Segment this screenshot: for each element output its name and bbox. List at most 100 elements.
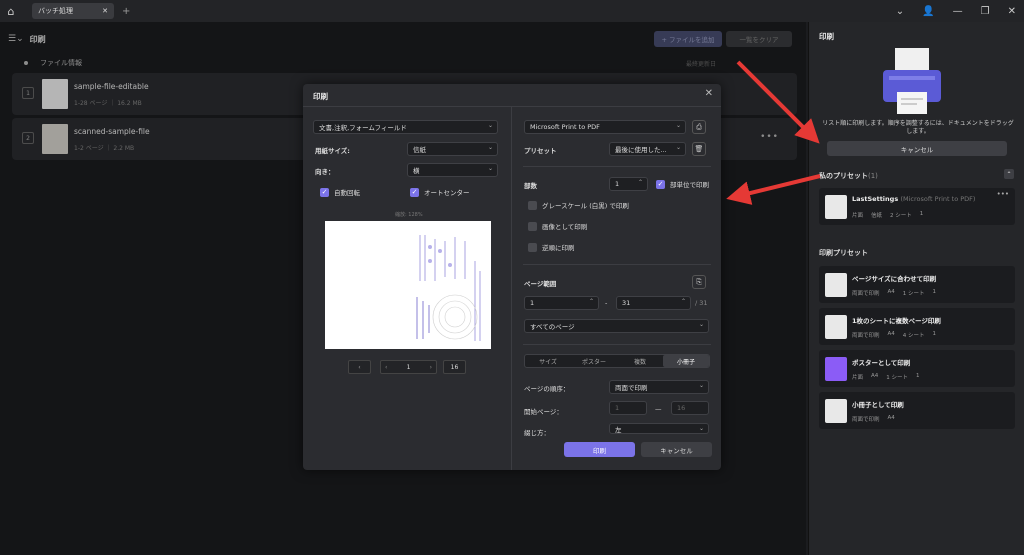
range-mode-select[interactable]: すべてのページ ⌄ (524, 319, 709, 333)
preset-card[interactable]: ページサイズに合わせて印刷 両面で印刷 A4 1 シート 1 (819, 266, 1015, 303)
auto-rotate-checkbox[interactable]: ✓ 自動回転 (320, 187, 360, 197)
title-bar: ⌂ バッチ処理 ✕ + ⌄ 👤 — ❐ ✕ (0, 0, 1024, 22)
page-range-label: ページ範囲 (524, 280, 557, 288)
copies-label: 部数 (524, 182, 537, 190)
divider (303, 106, 721, 107)
right-panel: 印刷 リスト順に印刷します。順序を調整するには、ドキュメントをドラッグします。 … (808, 22, 1024, 555)
tab-label: バッチ処理 (38, 7, 73, 15)
paper-size-select[interactable]: 信紙 ⌄ (407, 142, 498, 156)
preset-label: プリセット (524, 147, 557, 155)
close-icon[interactable]: ✕ (705, 88, 713, 99)
check-icon: ✓ (410, 187, 419, 197)
delete-preset-icon[interactable]: 🗑 (692, 142, 706, 156)
end-page-input[interactable]: 16 (671, 401, 709, 415)
page-input[interactable]: ‹ 1 › (380, 360, 437, 374)
range-from-input[interactable]: 1 ⌃ (524, 296, 599, 310)
print-presets-heading: 印刷プリセット (819, 249, 868, 257)
close-icon[interactable]: ✕ (1008, 6, 1016, 17)
user-icon[interactable]: 👤 (922, 6, 934, 17)
tab-batch[interactable]: バッチ処理 ✕ (32, 3, 114, 19)
page-order-select[interactable]: 両面で印刷 ⌄ (609, 380, 709, 394)
binding-select[interactable]: 左 ⌄ (609, 423, 709, 434)
home-icon[interactable]: ⌂ (0, 0, 22, 22)
preset-title: 小冊子として印刷 (852, 401, 904, 409)
preset-thumbnail (825, 357, 847, 381)
binding-label: 綴じ方： (524, 429, 550, 437)
tab-poster[interactable]: ポスター (571, 355, 617, 367)
preset-select[interactable]: 最後に使用した... ⌄ (609, 142, 686, 156)
my-preset-card[interactable]: LastSettings (Microsoft Print to PDF) 片面… (819, 188, 1015, 225)
preset-thumbnail (825, 399, 847, 423)
document-mode-select[interactable]: 文書,注釈,フォームフィールド ⌄ (313, 120, 498, 134)
print-button[interactable]: 印刷 (564, 442, 635, 457)
start-page-input[interactable]: 1 (609, 401, 647, 415)
page-range-icon[interactable]: ⎘ (692, 275, 706, 289)
paper-size-label: 用紙サイズ: (315, 147, 350, 155)
preset-meta: 両面で印刷 A4 (852, 415, 895, 423)
divider (523, 166, 711, 167)
print-dialog: 印刷 ✕ 文書,注釈,フォームフィールド ⌄ 用紙サイズ: 信紙 ⌄ 向き： 横 ⌄ … (303, 84, 721, 470)
minimize-icon[interactable]: — (953, 6, 963, 17)
tab-multiple[interactable]: 複数 (617, 355, 663, 367)
orientation-select[interactable]: 横 ⌄ (407, 163, 498, 177)
tab-close-icon[interactable]: ✕ (102, 7, 108, 15)
preset-meta: 両面で印刷 A4 1 シート 1 (852, 289, 937, 297)
preset-thumbnail (825, 315, 847, 339)
preset-thumbnail (825, 273, 847, 297)
collate-checkbox[interactable]: ✓ 部単位で印刷 (656, 179, 709, 189)
divider (523, 344, 711, 345)
range-separator: - (605, 299, 608, 307)
preset-title: ポスターとして印刷 (852, 359, 911, 367)
preview-graphic (416, 235, 481, 341)
scale-label: 縮放: 128% (395, 212, 423, 218)
copies-stepper[interactable]: 1 ⌃ (609, 177, 648, 191)
layout-tabs: サイズ ポスター 複数 小冊子 (524, 354, 710, 368)
printer-select[interactable]: Microsoft Print to PDF ⌄ (524, 120, 686, 134)
preset-title: 1枚のシートに複数ページ印刷 (852, 317, 941, 325)
divider (511, 106, 512, 470)
preset-meta: 片面 信紙 2 シート 1 (852, 211, 924, 219)
range-total: / 31 (695, 299, 708, 307)
more-options-icon[interactable]: ••• (997, 190, 1009, 198)
grayscale-checkbox[interactable]: グレースケール (白黒) で印刷 (528, 200, 629, 210)
chevron-down-icon[interactable]: ⌄ (896, 6, 904, 17)
preset-meta: 片面 A4 1 シート 1 (852, 373, 920, 381)
printer-properties-icon[interactable]: ⎙ (692, 120, 706, 134)
orientation-label: 向き： (315, 168, 335, 176)
preset-card[interactable]: ポスターとして印刷 片面 A4 1 シート 1 (819, 350, 1015, 387)
page-order-label: ページの順序： (524, 385, 570, 393)
panel-cancel-button[interactable]: キャンセル (827, 141, 1007, 156)
my-presets-heading: 私のプリセット(1) (819, 171, 878, 181)
preset-card[interactable]: 小冊子として印刷 両面で印刷 A4 (819, 392, 1015, 429)
print-as-image-checkbox[interactable]: 画像として印刷 (528, 221, 587, 231)
my-presets-label: 私のプリセット (819, 172, 868, 180)
start-separator: — (655, 405, 662, 413)
tab-booklet[interactable]: 小冊子 (663, 355, 709, 367)
preset-title: LastSettings (Microsoft Print to PDF) (852, 195, 976, 203)
divider (523, 264, 711, 265)
my-presets-count: (1) (868, 172, 878, 180)
restore-icon[interactable]: ❐ (981, 6, 990, 17)
preset-title: ページサイズに合わせて印刷 (852, 275, 937, 283)
collapse-icon[interactable]: ⌃ (1004, 169, 1014, 179)
preset-thumbnail (825, 195, 847, 219)
check-icon: ✓ (656, 179, 665, 189)
panel-title: 印刷 (819, 32, 834, 41)
tab-size[interactable]: サイズ (525, 355, 571, 367)
range-to-input[interactable]: 31 ⌃ (616, 296, 691, 310)
check-icon: ✓ (320, 187, 329, 197)
cancel-button[interactable]: キャンセル (641, 442, 712, 457)
dialog-title: 印刷 (313, 92, 328, 101)
window-controls: ⌄ 👤 — ❐ ✕ (896, 0, 1016, 22)
page-preview (325, 221, 491, 349)
total-pages: 16 (443, 360, 466, 374)
start-page-label: 開始ページ： (524, 408, 563, 416)
auto-center-checkbox[interactable]: ✓ オートセンター (410, 187, 470, 197)
preset-card[interactable]: 1枚のシートに複数ページ印刷 両面で印刷 A4 4 シート 1 (819, 308, 1015, 345)
new-tab-button[interactable]: + (122, 6, 130, 17)
reverse-order-checkbox[interactable]: 逆順に印刷 (528, 242, 575, 252)
panel-description: リスト順に印刷します。順序を調整するには、ドキュメントをドラッグします。 (822, 120, 1014, 136)
preset-meta: 両面で印刷 A4 4 シート 1 (852, 331, 937, 339)
printer-icon (883, 48, 941, 114)
prev-page-button[interactable]: ‹ (348, 360, 371, 374)
